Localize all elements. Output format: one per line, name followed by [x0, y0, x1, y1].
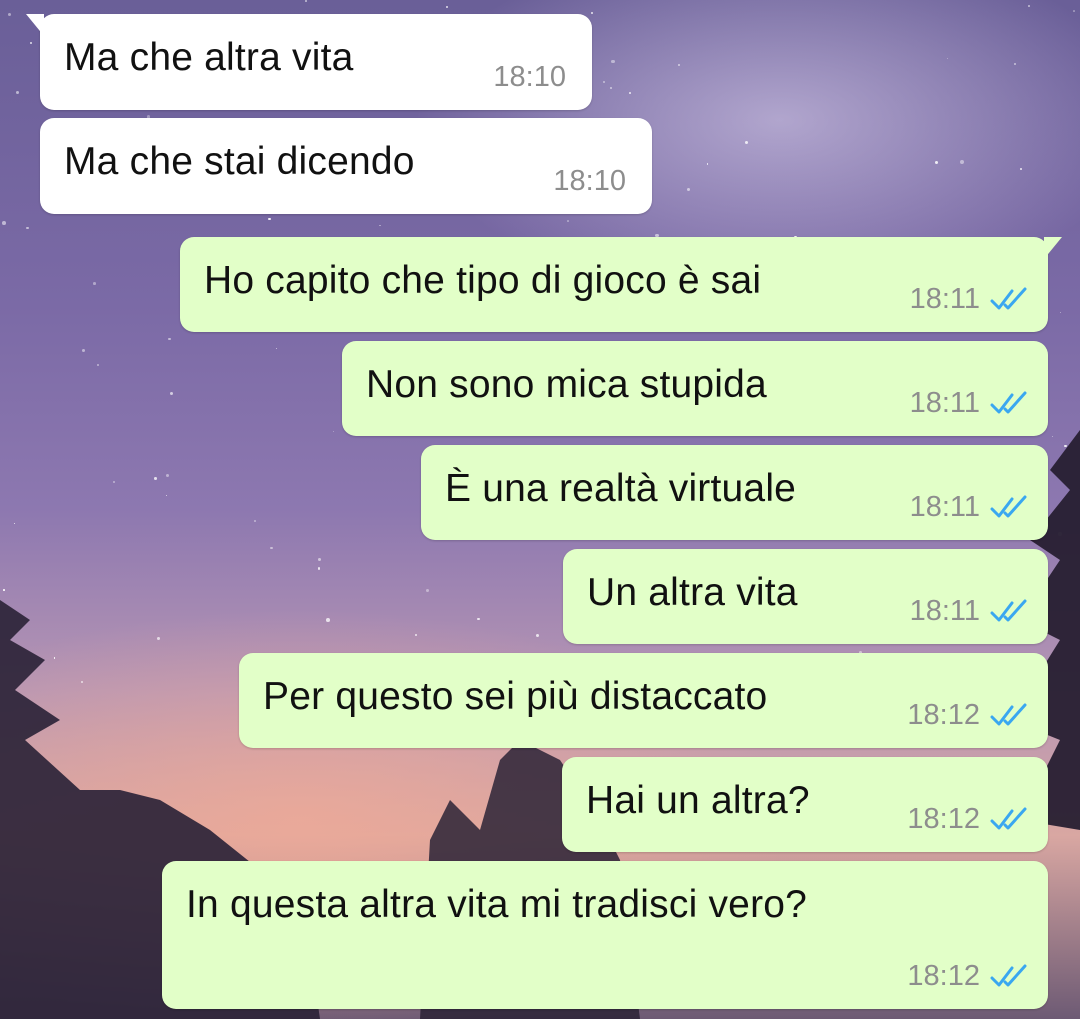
- message-text: In questa altra vita mi tradisci vero?: [186, 883, 808, 926]
- message-timestamp: 18:11: [909, 491, 980, 523]
- message-timestamp: 18:12: [907, 699, 980, 731]
- message-bubble-outgoing[interactable]: Hai un altra? 18:12: [562, 757, 1048, 852]
- double-check-read-icon: [990, 391, 1027, 413]
- message-timestamp: 18:11: [909, 595, 980, 627]
- message-timestamp: 18:10: [553, 165, 626, 197]
- double-check-read-icon: [990, 599, 1027, 621]
- message-meta: 18:11: [910, 595, 1030, 628]
- message-bubble-incoming[interactable]: Ma che stai dicendo 18:10: [40, 118, 652, 214]
- message-text: Un altra vita: [587, 571, 798, 614]
- message-timestamp: 18:10: [493, 61, 566, 93]
- message-meta: 18:10: [553, 165, 626, 198]
- message-meta: 18:11: [910, 283, 1030, 316]
- message-bubble-outgoing[interactable]: Ho capito che tipo di gioco è sai 18:11: [180, 237, 1062, 332]
- double-check-read-icon: [990, 495, 1027, 517]
- message-timestamp: 18:11: [909, 387, 980, 419]
- message-bubble-outgoing[interactable]: Un altra vita 18:11: [563, 549, 1048, 644]
- message-text: Ma che altra vita: [64, 36, 354, 79]
- message-meta: 18:10: [493, 61, 566, 94]
- double-check-read-icon: [990, 703, 1027, 725]
- message-text: Ho capito che tipo di gioco è sai: [204, 259, 762, 302]
- message-text: Non sono mica stupida: [366, 363, 767, 406]
- message-timestamp: 18:12: [907, 960, 980, 992]
- message-timestamp: 18:11: [909, 283, 980, 315]
- message-text: È una realtà virtuale: [445, 467, 797, 510]
- message-text: Hai un altra?: [586, 779, 810, 822]
- message-timestamp: 18:12: [907, 803, 980, 835]
- message-bubble-outgoing[interactable]: Non sono mica stupida 18:11: [342, 341, 1048, 436]
- message-bubble-incoming[interactable]: Ma che altra vita 18:10: [26, 14, 592, 110]
- double-check-read-icon: [990, 964, 1027, 986]
- message-bubble-outgoing[interactable]: Per questo sei più distaccato 18:12: [239, 653, 1048, 748]
- message-meta: 18:12: [907, 960, 1030, 993]
- message-bubble-outgoing[interactable]: In questa altra vita mi tradisci vero? 1…: [162, 861, 1048, 1009]
- double-check-read-icon: [990, 807, 1027, 829]
- message-bubble-outgoing[interactable]: È una realtà virtuale 18:11: [421, 445, 1048, 540]
- message-meta: 18:12: [907, 803, 1030, 836]
- message-meta: 18:12: [907, 699, 1030, 732]
- double-check-read-icon: [990, 287, 1027, 309]
- message-text: Ma che stai dicendo: [64, 140, 415, 183]
- message-meta: 18:11: [910, 491, 1030, 524]
- message-meta: 18:11: [910, 387, 1030, 420]
- bubble-tail: [26, 14, 44, 36]
- message-text: Per questo sei più distaccato: [263, 675, 768, 718]
- bubble-tail: [1044, 237, 1062, 259]
